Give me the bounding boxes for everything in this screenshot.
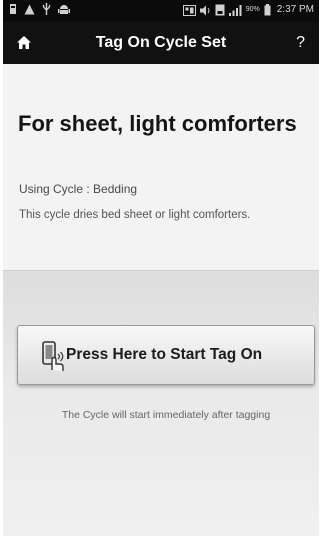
cycle-using-label: Using Cycle : Bedding: [19, 182, 138, 196]
volume-icon: [199, 5, 210, 15]
status-bar: 90% 2:37 PM: [3, 0, 319, 22]
start-note: The Cycle will start immediately after t…: [61, 409, 271, 421]
screen-icon: [182, 4, 196, 16]
cycle-heading: For sheet, light comforters: [18, 111, 297, 136]
app-screen: 90% 2:37 PM Tag On Cycle Set ? For sheet…: [3, 0, 319, 536]
title-bar: Tag On Cycle Set ?: [3, 22, 319, 64]
start-tag-on-label: Press Here to Start Tag On: [66, 346, 263, 363]
signal-icon: [228, 4, 242, 16]
status-right-icons: 90% 2:37 PM: [182, 3, 314, 17]
status-left-icons: [9, 3, 70, 15]
cycle-description: This cycle dries bed sheet or light comf…: [19, 209, 251, 221]
cycle-info-panel: For sheet, light comforters Using Cycle …: [3, 64, 319, 271]
action-area: Press Here to Start Tag On The Cycle wil…: [3, 271, 319, 536]
notification-icon: [10, 4, 16, 14]
battery-icon: [264, 4, 271, 16]
start-tag-on-button[interactable]: Press Here to Start Tag On: [17, 325, 315, 385]
usb-icon: [42, 3, 51, 15]
help-button[interactable]: ?: [296, 32, 305, 54]
page-title: Tag On Cycle Set: [95, 34, 227, 51]
android-icon: [58, 5, 70, 14]
data-icon: [215, 4, 225, 16]
alert-icon: [24, 4, 35, 14]
status-clock: 2:37 PM: [276, 4, 314, 15]
battery-percent: 90%: [245, 6, 260, 13]
phone-tap-icon: [42, 341, 64, 371]
